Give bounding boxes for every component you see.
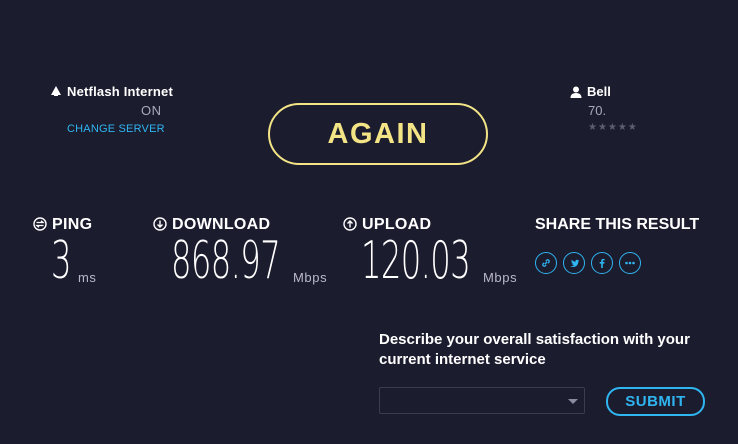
download-value: 868.97	[171, 231, 281, 291]
server-info: Netflash Internet	[50, 84, 173, 99]
again-button[interactable]: AGAIN	[268, 103, 488, 165]
server-location: ON	[141, 103, 162, 118]
more-icon[interactable]	[619, 252, 641, 274]
upload-value: 120.03	[361, 231, 471, 291]
satisfaction-select[interactable]	[379, 387, 585, 414]
ping-unit: ms	[78, 270, 97, 285]
isp-name: Bell	[587, 84, 611, 99]
link-icon[interactable]	[535, 252, 557, 274]
user-icon	[570, 86, 582, 98]
chevron-down-icon	[568, 399, 578, 404]
download-icon	[153, 217, 167, 231]
satisfaction-question: Describe your overall satisfaction with …	[379, 331, 690, 368]
twitter-icon[interactable]	[563, 252, 585, 274]
server-name: Netflash Internet	[67, 84, 173, 99]
ping-value: 3	[51, 231, 72, 291]
upload-icon	[343, 217, 357, 231]
share-icons	[535, 252, 641, 274]
download-unit: Mbps	[293, 270, 328, 285]
facebook-icon[interactable]	[591, 252, 613, 274]
server-icon	[51, 86, 61, 96]
share-label: SHARE THIS RESULT	[535, 216, 700, 233]
upload-unit: Mbps	[483, 270, 518, 285]
isp-info: Bell	[570, 84, 611, 99]
isp-rating-stars[interactable]: ★★★★★	[588, 122, 638, 133]
change-server-link[interactable]: CHANGE SERVER	[67, 123, 165, 135]
submit-button[interactable]: SUBMIT	[606, 387, 705, 416]
ping-icon	[33, 217, 47, 231]
isp-ip: 70.	[588, 103, 607, 118]
